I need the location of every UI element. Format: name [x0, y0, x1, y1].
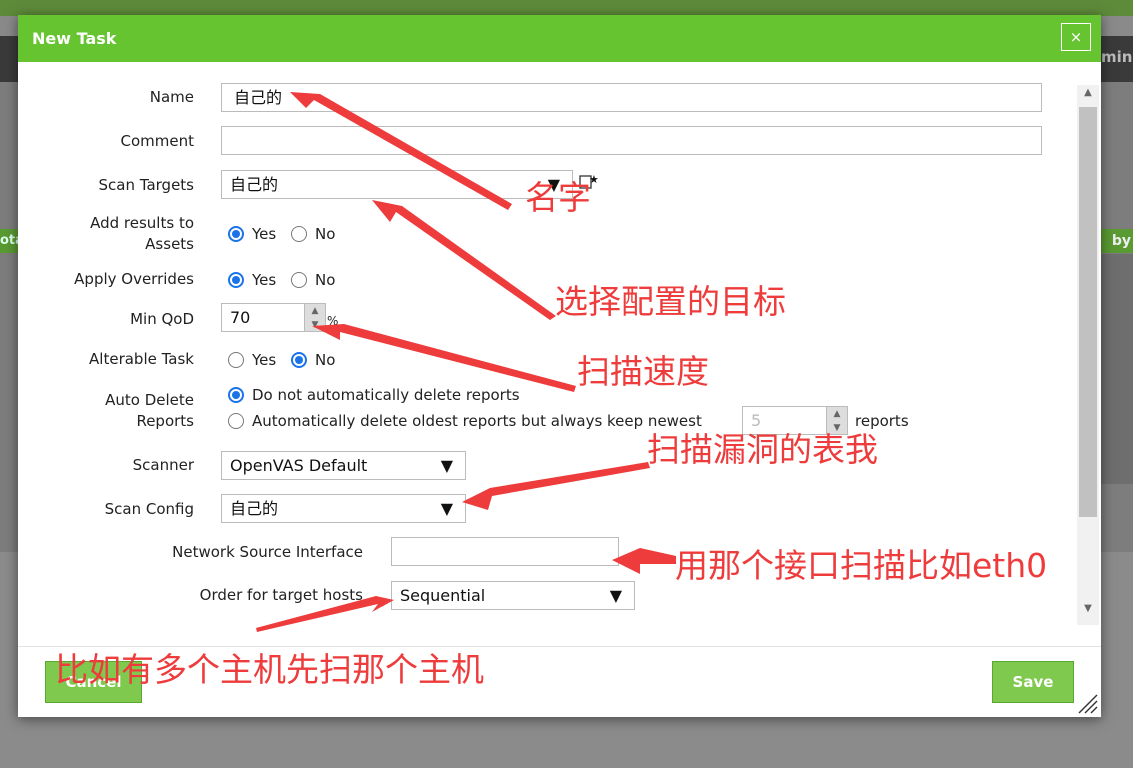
- alterable-yes-radio[interactable]: [228, 352, 244, 368]
- min-qod-spinner[interactable]: ▲ ▼: [304, 304, 325, 331]
- name-input[interactable]: 自己的: [221, 83, 1042, 112]
- spin-up-icon[interactable]: ▲: [827, 407, 847, 421]
- annotation-config: 扫描漏洞的表我: [647, 430, 878, 469]
- app-chart-fragment: [1101, 254, 1133, 484]
- resize-handle-icon[interactable]: [1075, 691, 1099, 715]
- min-qod-value: 70: [230, 308, 251, 327]
- scan-config-label: Scan Config: [104, 500, 194, 518]
- app-top-bar: [0, 0, 1133, 16]
- chevron-down-icon: ▼: [609, 586, 622, 605]
- app-left-tab: ota: [0, 229, 18, 253]
- add-results-yes-label: Yes: [252, 225, 277, 243]
- auto-delete-label-line1: Auto Delete: [105, 391, 194, 409]
- scan-targets-value: 自己的: [230, 175, 279, 194]
- auto-delete-keep-label: Automatically delete oldest reports but …: [252, 412, 702, 430]
- app-right-tab: by: [1101, 229, 1133, 253]
- footer-divider: [18, 646, 1101, 647]
- order-hosts-label: Order for target hosts: [199, 586, 363, 604]
- apply-overrides-yes-radio[interactable]: [228, 272, 244, 288]
- scroll-down-icon[interactable]: ▼: [1077, 603, 1099, 621]
- apply-overrides-no-label: No: [315, 271, 336, 289]
- add-results-label: Add results to Assets: [18, 213, 194, 255]
- name-label: Name: [149, 88, 194, 106]
- apply-overrides-yes-label: Yes: [252, 271, 277, 289]
- spin-down-icon[interactable]: ▼: [305, 318, 325, 332]
- scan-targets-select[interactable]: 自己的 ▼: [221, 170, 573, 199]
- annotation-name: 名字: [525, 178, 591, 217]
- apply-overrides-label: Apply Overrides: [74, 270, 194, 288]
- add-results-label-line2: Assets: [145, 235, 194, 253]
- auto-delete-keep-radio[interactable]: [228, 413, 244, 429]
- order-hosts-select[interactable]: Sequential ▼: [391, 581, 635, 610]
- scanner-label: Scanner: [132, 456, 194, 474]
- auto-delete-off-label: Do not automatically delete reports: [252, 386, 520, 404]
- add-results-no-label: No: [315, 225, 336, 243]
- alterable-no-radio[interactable]: [291, 352, 307, 368]
- scanner-select[interactable]: OpenVAS Default ▼: [221, 451, 466, 480]
- comment-input[interactable]: [221, 126, 1042, 155]
- close-button[interactable]: ×: [1061, 23, 1091, 51]
- new-task-dialog: New Task × Name 自己的 Comment Scan Targets…: [18, 15, 1101, 717]
- add-results-label-line1: Add results to: [90, 214, 194, 232]
- keep-newest-value: 5: [751, 411, 762, 430]
- auto-delete-label-line2: Reports: [136, 412, 194, 430]
- chevron-down-icon: ▼: [440, 499, 453, 518]
- auto-delete-off-radio[interactable]: [228, 387, 244, 403]
- add-results-yes-radio[interactable]: [228, 226, 244, 242]
- app-admin-fragment: min: [1101, 48, 1133, 66]
- annotation-targets: 选择配置的目标: [555, 282, 786, 321]
- dialog-title: New Task: [32, 29, 117, 48]
- alterable-no-label: No: [315, 351, 336, 369]
- chevron-down-icon: ▼: [440, 456, 453, 475]
- alterable-label: Alterable Task: [89, 350, 194, 368]
- min-qod-unit: %: [327, 314, 339, 328]
- apply-overrides-no-radio[interactable]: [291, 272, 307, 288]
- annotation-order: 比如有多个主机先扫那个主机: [55, 650, 484, 689]
- scanner-value: OpenVAS Default: [230, 456, 368, 475]
- alterable-yes-label: Yes: [252, 351, 277, 369]
- annotation-qod: 扫描速度: [577, 352, 709, 391]
- dialog-title-bar[interactable]: New Task ×: [18, 15, 1101, 62]
- scrollbar-thumb[interactable]: [1079, 107, 1097, 517]
- add-results-no-radio[interactable]: [291, 226, 307, 242]
- save-button[interactable]: Save: [992, 661, 1074, 703]
- scan-targets-label: Scan Targets: [98, 176, 194, 194]
- scroll-up-icon[interactable]: ▲: [1077, 87, 1099, 105]
- min-qod-label: Min QoD: [130, 310, 194, 328]
- comment-label: Comment: [120, 132, 195, 150]
- keep-newest-unit: reports: [855, 412, 909, 430]
- auto-delete-label: Auto Delete Reports: [18, 390, 194, 432]
- order-hosts-value: Sequential: [400, 586, 486, 605]
- min-qod-input[interactable]: 70 ▲ ▼: [221, 303, 326, 332]
- scan-config-select[interactable]: 自己的 ▼: [221, 494, 466, 523]
- spin-up-icon[interactable]: ▲: [305, 304, 325, 318]
- network-iface-input[interactable]: [391, 537, 619, 566]
- network-iface-label: Network Source Interface: [172, 543, 363, 561]
- annotation-iface: 用那个接口扫描比如eth0: [675, 546, 1048, 585]
- scan-config-value: 自己的: [230, 499, 279, 518]
